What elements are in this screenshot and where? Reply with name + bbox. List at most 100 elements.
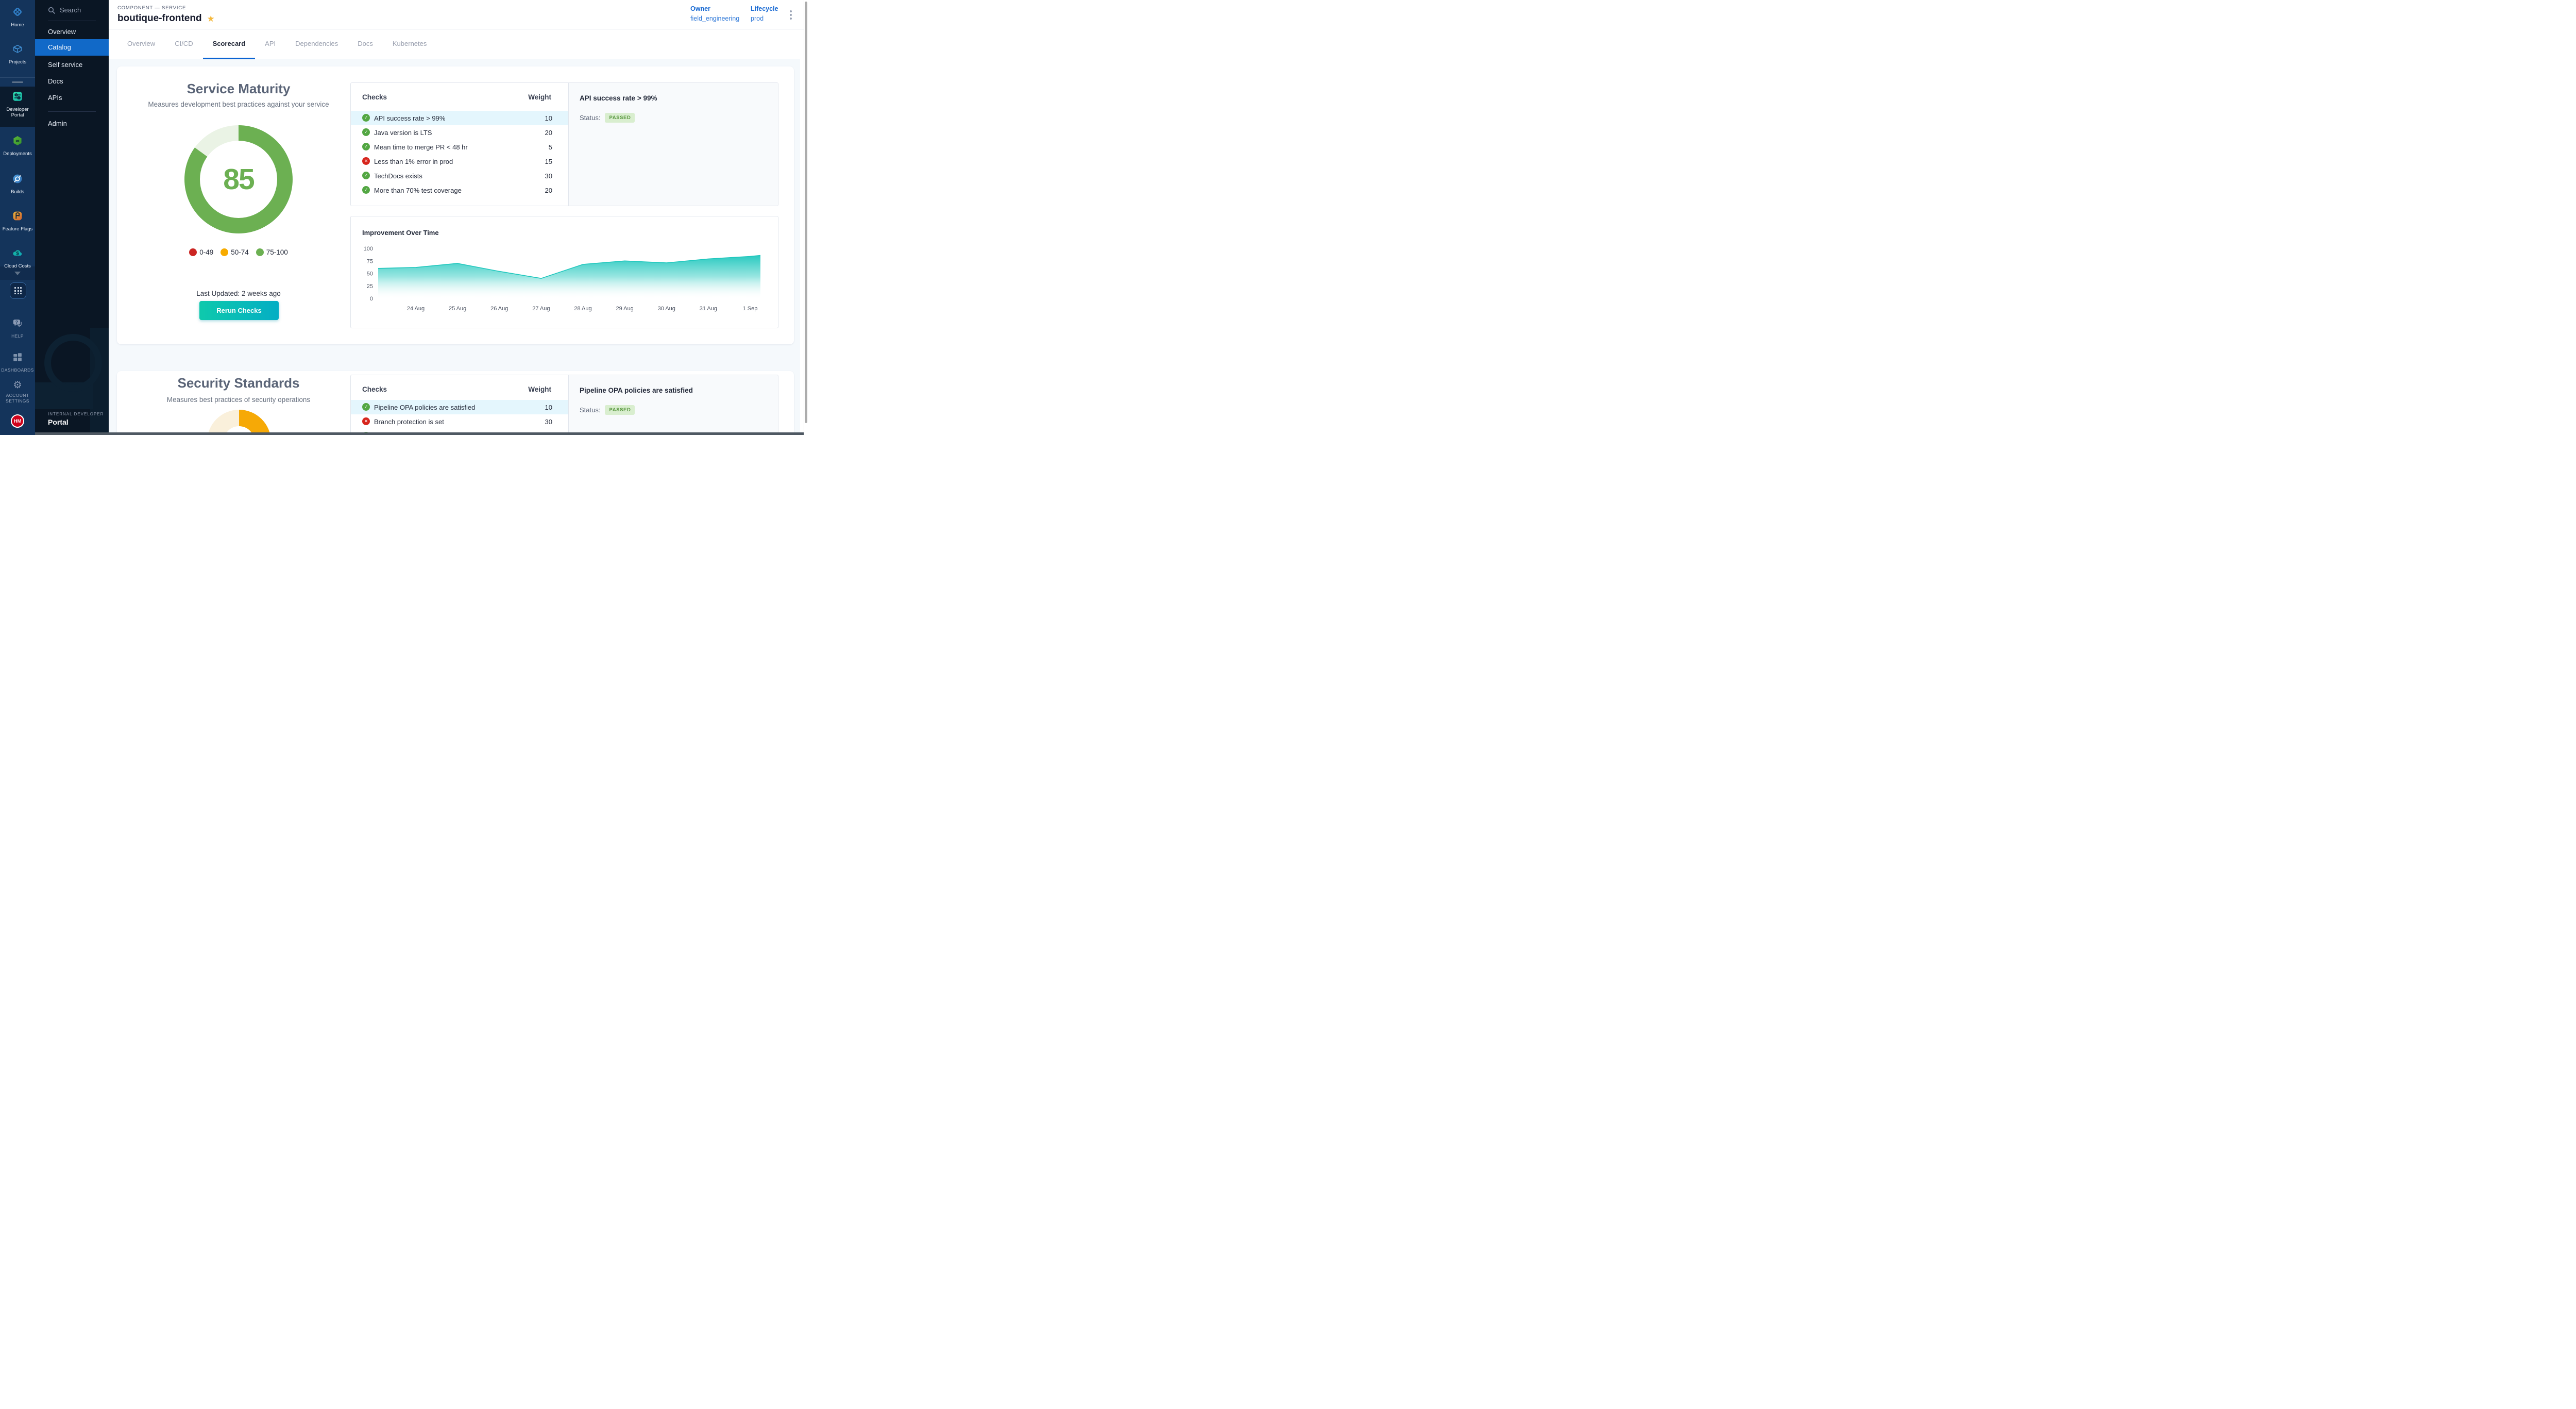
sidebar-item-label: Projects	[0, 59, 35, 65]
tab-docs[interactable]: Docs	[348, 29, 383, 59]
apps-grid-button[interactable]	[10, 282, 26, 299]
svg-text:$: $	[16, 250, 19, 256]
module-nav: Search OverviewCatalogSelf serviceDocsAP…	[35, 0, 109, 435]
lifecycle-field: Lifecycle prod	[751, 5, 778, 22]
improvement-chart-panel: Improvement Over Time 100755025024 Aug25…	[350, 216, 778, 328]
title-row: boutique-frontend ★	[117, 13, 215, 24]
feature-flag-icon	[12, 215, 23, 224]
area-series	[378, 256, 760, 298]
nav-item-apis[interactable]: APIs	[35, 90, 109, 106]
check-detail-status: Status: PASSED	[580, 405, 635, 415]
x-axis-tick: 26 Aug	[490, 306, 508, 312]
check-weight: 20	[545, 187, 552, 194]
scorecard-subtitle: Measures development best practices agai…	[117, 100, 360, 108]
legend-dot-icon	[256, 248, 264, 256]
harness-logo-icon	[12, 11, 23, 20]
tab-dependencies[interactable]: Dependencies	[285, 29, 348, 59]
sidebar-item-account-settings[interactable]: ⚙ACCOUNT SETTINGS	[0, 380, 35, 404]
sidebar-item-cloud-costs[interactable]: $Cloud Costs	[0, 247, 35, 269]
nav-item-self-service[interactable]: Self service	[35, 57, 109, 73]
builds-compass-icon	[12, 178, 23, 187]
check-label: Pipeline OPA policies are satisfied	[374, 404, 475, 411]
checks-column-header: Checks	[362, 93, 387, 101]
weight-column-header: Weight	[528, 93, 551, 101]
sidebar-item-feature-flags[interactable]: Feature Flags	[0, 210, 35, 232]
sidebar-item-builds[interactable]: Builds	[0, 173, 35, 195]
favorite-star-icon[interactable]: ★	[207, 14, 215, 24]
check-detail-status: Status: PASSED	[580, 113, 635, 123]
sidebar-item-developer-portal[interactable]: Developer Portal	[0, 91, 35, 118]
sidebar-item-label: DASHBOARDS	[0, 367, 35, 373]
check-label: API success rate > 99%	[374, 114, 445, 122]
last-updated-text: Last Updated: 2 weeks ago	[117, 290, 360, 297]
legend-dot-icon	[189, 248, 197, 256]
owner-label: Owner	[690, 5, 739, 12]
x-axis-tick: 31 Aug	[700, 306, 717, 312]
tab-api[interactable]: API	[255, 29, 285, 59]
decorative-shape	[44, 334, 102, 392]
sidebar-item-projects[interactable]: Projects	[0, 43, 35, 65]
owner-field[interactable]: Owner field_engineering	[690, 5, 739, 22]
nav-item-docs[interactable]: Docs	[35, 73, 109, 90]
nav-item-overview[interactable]: Overview	[35, 24, 109, 40]
sidebar-item-help[interactable]: ?HELP	[0, 317, 35, 339]
vertical-scrollbar-thumb[interactable]	[805, 2, 808, 423]
check-failed-icon: ✕	[362, 417, 370, 425]
x-axis-tick: 28 Aug	[574, 306, 591, 312]
sidebar-item-label: Feature Flags	[0, 226, 35, 232]
status-badge: PASSED	[605, 405, 635, 415]
tab-kubernetes[interactable]: Kubernetes	[383, 29, 437, 59]
scorecard-title: Service Maturity	[117, 81, 360, 97]
check-row[interactable]: ✕Branch protection is set30	[351, 414, 568, 429]
avatar[interactable]: HM	[11, 414, 24, 428]
checks-column-header: Checks	[362, 385, 387, 393]
search-input[interactable]: Search	[48, 6, 81, 14]
sidebar-item-label: Builds	[0, 189, 35, 195]
check-row[interactable]: ✓Pipeline OPA policies are satisfied10	[351, 400, 568, 414]
rerun-checks-button[interactable]: Rerun Checks	[199, 301, 279, 320]
check-row[interactable]: ✓TechDocs exists30	[351, 169, 568, 183]
portal-title: Portal	[48, 418, 69, 426]
sidebar-item-home[interactable]: Home	[0, 6, 35, 28]
nav-item-admin[interactable]: Admin	[35, 115, 109, 132]
x-axis-tick: 25 Aug	[449, 306, 466, 312]
legend-item: 50-74	[221, 248, 249, 256]
check-row[interactable]: ✓More than 70% test coverage20	[351, 183, 568, 197]
tab-overview[interactable]: Overview	[117, 29, 165, 59]
entity-header: COMPONENT — SERVICE boutique-frontend ★ …	[109, 0, 808, 29]
check-row[interactable]: ✓Java version is LTS20	[351, 125, 568, 140]
sidebar-item-deployments[interactable]: ∞Deployments	[0, 135, 35, 157]
scorecard-subtitle: Measures best practices of security oper…	[117, 396, 360, 404]
tab-scorecard[interactable]: Scorecard	[203, 29, 256, 59]
kebab-menu-icon[interactable]	[789, 9, 793, 21]
check-label: Branch protection is set	[374, 418, 444, 426]
sidebar-item-dashboards[interactable]: DASHBOARDS	[0, 351, 35, 373]
status-label: Status:	[580, 114, 600, 122]
check-label: Mean time to merge PR < 48 hr	[374, 143, 468, 151]
apps-grid-icon	[14, 287, 22, 294]
lifecycle-label: Lifecycle	[751, 5, 778, 12]
app-window: HM Home Projects Developer Portal ∞Deployme…	[0, 0, 808, 435]
score-legend: 0-49 50-74 75-100	[117, 248, 360, 256]
tab-ci-cd[interactable]: CI/CD	[165, 29, 202, 59]
deployments-hexagon-icon: ∞	[12, 140, 23, 148]
chevron-down-icon[interactable]	[14, 272, 21, 275]
check-weight: 10	[545, 114, 552, 122]
check-row[interactable]: ✓API success rate > 99%10	[351, 111, 568, 125]
check-row[interactable]: ✕Less than 1% error in prod15	[351, 154, 568, 169]
nav-item-catalog[interactable]: Catalog	[35, 39, 109, 56]
developer-portal-icon	[12, 95, 23, 104]
legend-item: 0-49	[189, 248, 213, 256]
dashboards-grid-icon	[12, 356, 23, 365]
main-sidebar: HM Home Projects Developer Portal ∞Deployme…	[0, 0, 35, 435]
horizontal-scrollbar[interactable]	[35, 432, 804, 435]
owner-value-link[interactable]: field_engineering	[690, 15, 739, 22]
check-row[interactable]: ✓Mean time to merge PR < 48 hr5	[351, 140, 568, 154]
svg-text:?: ?	[15, 320, 18, 325]
scorecard-content: Service Maturity Measures development be…	[109, 59, 800, 435]
sidebar-collapse-handle[interactable]	[12, 81, 23, 83]
maturity-score-gauge: 85	[184, 125, 293, 233]
check-weight: 30	[545, 172, 552, 180]
check-label: More than 70% test coverage	[374, 187, 462, 194]
legend-item: 75-100	[256, 248, 288, 256]
